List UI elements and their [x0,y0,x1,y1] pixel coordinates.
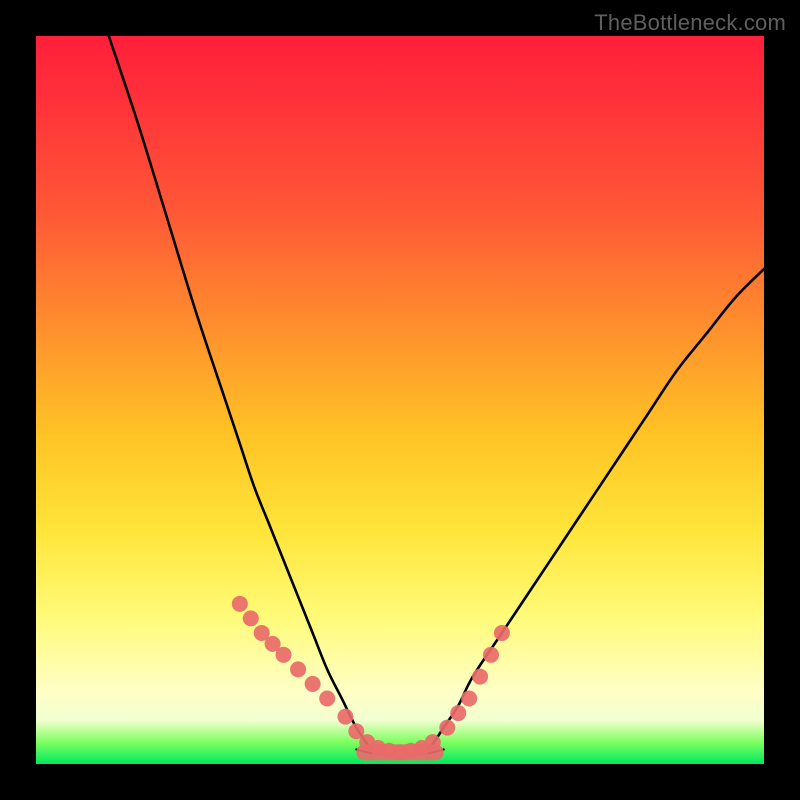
watermark-text: TheBottleneck.com [594,10,786,36]
highlight-dot [305,676,321,692]
highlight-dot [276,647,292,663]
highlight-dot [290,661,306,677]
flat-marker-bar [356,744,443,760]
highlight-dot [232,596,248,612]
bottom-bar-layer [356,744,443,760]
highlight-dot [494,625,510,641]
scatter-layer [232,596,510,761]
highlight-dot [439,720,455,736]
curve-left-curve [109,36,371,749]
curves-layer [109,36,764,755]
highlight-dot [483,647,499,663]
highlight-dot [472,669,488,685]
chart-svg [36,36,764,764]
plot-area [36,36,764,764]
highlight-dot [450,705,466,721]
chart-frame: TheBottleneck.com [0,0,800,800]
highlight-dot [337,709,353,725]
highlight-dot [243,610,259,626]
highlight-dot [319,690,335,706]
highlight-dot [461,690,477,706]
